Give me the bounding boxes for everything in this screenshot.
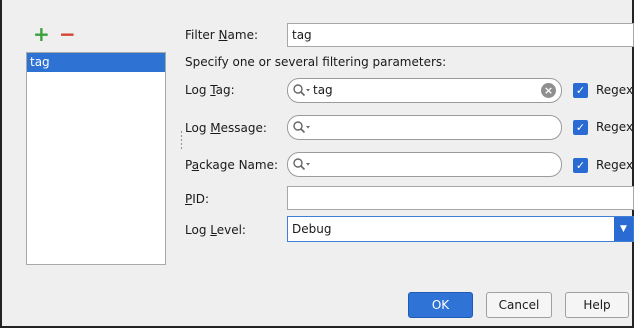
filter-list-item[interactable]: tag: [27, 53, 165, 72]
log-tag-regex-checkbox[interactable]: ✓ Regex: [573, 83, 633, 99]
cancel-button[interactable]: Cancel: [486, 292, 552, 318]
package-name-regex-checkbox[interactable]: ✓ Regex: [573, 158, 633, 174]
filter-name-label: Filter Name:: [185, 28, 258, 42]
search-icon: [293, 158, 310, 171]
log-level-dropdown[interactable]: Debug ▼: [287, 216, 634, 242]
package-name-label: Package Name:: [185, 158, 279, 172]
checkmark-icon: ✓: [573, 120, 588, 135]
filter-list[interactable]: tag: [26, 52, 166, 265]
filter-name-field[interactable]: tag: [287, 23, 634, 47]
log-message-label: Log Message:: [185, 121, 267, 135]
checkmark-icon: ✓: [573, 83, 588, 98]
checkmark-icon: ✓: [573, 158, 588, 173]
add-filter-button[interactable]: +: [33, 24, 50, 44]
log-level-value: Debug: [292, 222, 332, 236]
ok-button[interactable]: OK: [408, 292, 473, 318]
log-level-label: Log Level:: [185, 223, 246, 237]
pid-label: PID:: [185, 192, 210, 206]
clear-icon[interactable]: ×: [541, 83, 556, 98]
log-message-field[interactable]: [287, 115, 562, 140]
chevron-down-icon[interactable]: ▼: [614, 217, 633, 241]
filter-hint-text: Specify one or several filtering paramet…: [185, 55, 447, 69]
log-tag-label: Log Tag:: [185, 83, 235, 97]
pid-field[interactable]: [287, 186, 634, 210]
help-button[interactable]: Help: [565, 292, 629, 318]
minus-icon: −: [59, 22, 76, 46]
dialog-window: + − tag Filter Name: tag Specify one or …: [0, 0, 634, 328]
search-icon: [293, 84, 310, 97]
plus-icon: +: [33, 22, 50, 46]
log-tag-value: tag: [313, 83, 333, 97]
search-icon: [293, 121, 310, 134]
remove-filter-button[interactable]: −: [59, 24, 76, 44]
package-name-field[interactable]: [287, 152, 562, 177]
log-message-regex-checkbox[interactable]: ✓ Regex: [573, 120, 633, 136]
log-tag-field[interactable]: tag ×: [287, 78, 562, 103]
splitter-handle[interactable]: [180, 130, 183, 150]
